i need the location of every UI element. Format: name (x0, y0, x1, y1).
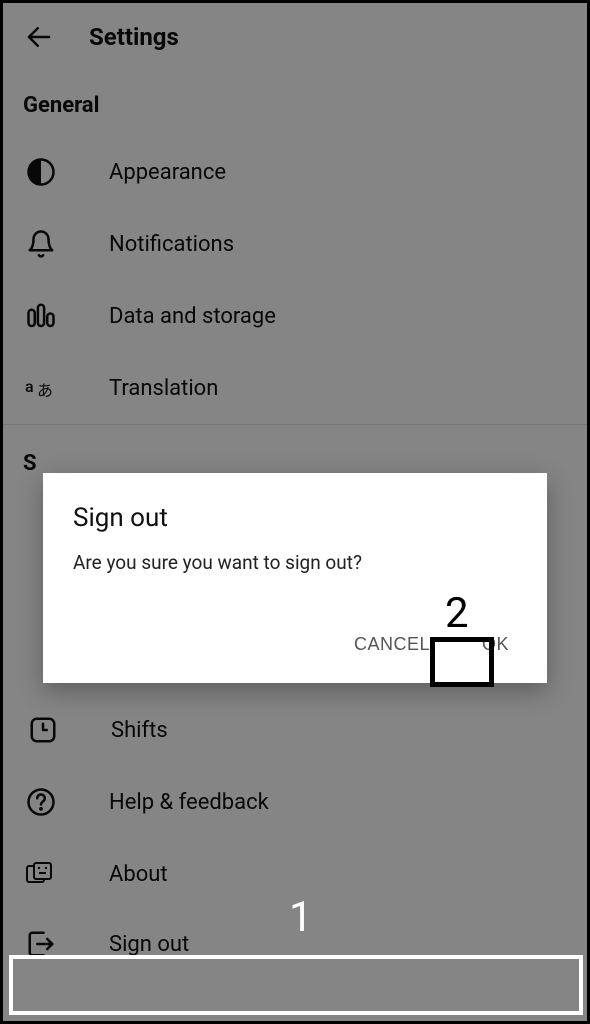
annotation-ok-highlight (430, 637, 494, 687)
annotation-signout-highlight (9, 955, 583, 1015)
dialog-message: Are you sure you want to sign out? (73, 551, 517, 574)
dialog-title: Sign out (73, 503, 517, 533)
cancel-button[interactable]: CANCEL (346, 624, 438, 665)
